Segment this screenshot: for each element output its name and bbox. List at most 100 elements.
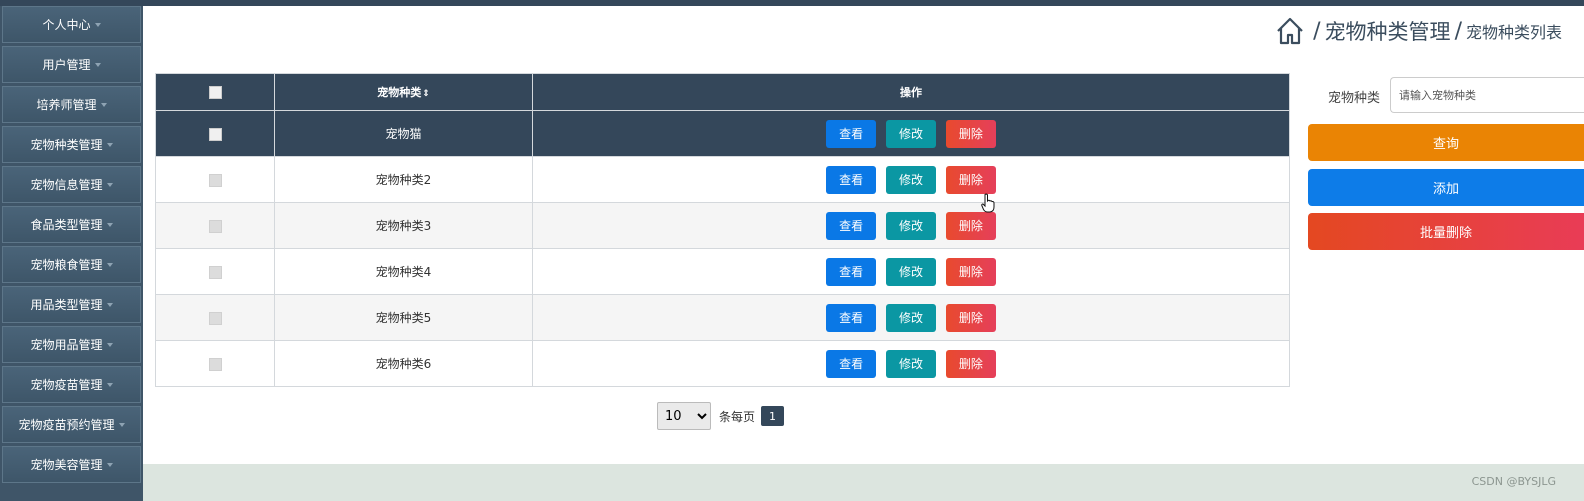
pet-type-name: 宠物种类3 (274, 202, 533, 249)
add-button[interactable]: 添加 (1308, 169, 1584, 206)
sidebar-item-personal-center[interactable]: 个人中心 (2, 6, 141, 43)
edit-button[interactable]: 修改 (886, 165, 936, 194)
delete-button[interactable]: 删除 (945, 349, 996, 378)
edit-button[interactable]: 修改 (886, 349, 936, 378)
delete-button[interactable]: 删除 (945, 119, 996, 148)
sidebar-item-label: 食品类型管理 (30, 218, 103, 232)
sidebar-item-pet-supplies[interactable]: 宠物用品管理 (2, 326, 141, 363)
breadcrumb-level-2: 宠物种类列表 (1465, 23, 1562, 42)
sidebar-item-label: 宠物用品管理 (30, 338, 103, 352)
view-button[interactable]: 查看 (826, 211, 877, 240)
breadcrumb-separator: / (1454, 18, 1462, 44)
caret-down-icon (118, 422, 125, 427)
delete-button[interactable]: 删除 (945, 303, 996, 332)
sidebar-item-supply-types[interactable]: 用品类型管理 (2, 286, 141, 323)
caret-down-icon (94, 22, 101, 27)
breadcrumb-separator: / (1313, 18, 1321, 44)
edit-button[interactable]: 修改 (886, 257, 936, 286)
sidebar-item-label: 用户管理 (42, 58, 91, 72)
edit-button[interactable]: 修改 (886, 119, 936, 148)
table-header-row: 宠物种类⇕ 操作 (155, 73, 1290, 111)
view-button[interactable]: 查看 (826, 165, 877, 194)
pet-type-name: 宠物种类2 (274, 156, 533, 203)
caret-down-icon (106, 382, 113, 387)
sidebar-item-label: 用品类型管理 (30, 298, 103, 312)
sidebar-item-label: 宠物粮食管理 (30, 258, 103, 272)
view-button[interactable]: 查看 (826, 349, 877, 378)
footer (143, 464, 1584, 501)
caret-down-icon (106, 142, 113, 147)
sidebar-item-users[interactable]: 用户管理 (2, 46, 141, 83)
breadcrumb-level-1[interactable]: 宠物种类管理 (1325, 16, 1451, 46)
caret-down-icon (106, 342, 113, 347)
delete-button[interactable]: 删除 (945, 257, 996, 286)
column-header-pet-type[interactable]: 宠物种类⇕ (274, 73, 533, 111)
caret-down-icon (106, 302, 113, 307)
home-icon[interactable] (1275, 16, 1305, 46)
per-page-label: 条每页 (719, 409, 756, 424)
batch-delete-button[interactable]: 批量删除 (1308, 213, 1584, 250)
sidebar-item-label: 宠物信息管理 (30, 178, 103, 192)
page-size-select[interactable]: 10 (657, 402, 711, 430)
sort-icon[interactable]: ⇕ (422, 89, 430, 99)
edit-button[interactable]: 修改 (886, 211, 936, 240)
select-all-checkbox[interactable] (208, 85, 222, 99)
hand-cursor-icon (981, 193, 995, 213)
row-checkbox[interactable] (208, 173, 222, 187)
view-button[interactable]: 查看 (826, 257, 877, 286)
column-header-actions: 操作 (532, 73, 1290, 111)
pet-type-table: 宠物种类⇕ 操作 宠物猫 查看 修改 删除 宠物种类2 查看 修改 删除 宠物种… (155, 73, 1290, 387)
watermark: CSDN @BYSJLG (1471, 475, 1556, 488)
table-row: 宠物猫 查看 修改 删除 (155, 110, 1290, 157)
page-number-button[interactable]: 1 (761, 406, 785, 426)
sidebar-item-grooming[interactable]: 宠物美容管理 (2, 446, 141, 483)
sidebar-item-label: 个人中心 (42, 18, 91, 32)
caret-down-icon (106, 262, 113, 267)
view-button[interactable]: 查看 (826, 119, 877, 148)
row-checkbox[interactable] (208, 219, 222, 233)
edit-button[interactable]: 修改 (886, 303, 936, 332)
pagination: 10 条每页 1 (657, 402, 785, 430)
sidebar-item-label: 宠物疫苗预约管理 (18, 418, 115, 432)
sidebar-item-label: 宠物美容管理 (30, 458, 103, 472)
sidebar-item-pet-types[interactable]: 宠物种类管理 (2, 126, 141, 163)
sidebar-item-vaccine-appointments[interactable]: 宠物疫苗预约管理 (2, 406, 141, 443)
pet-type-name: 宠物种类4 (274, 248, 533, 295)
row-checkbox[interactable] (208, 311, 222, 325)
search-label: 宠物种类 (1328, 91, 1381, 106)
table-row: 宠物种类6 查看 修改 删除 (155, 340, 1290, 387)
pet-type-name: 宠物种类6 (274, 340, 533, 387)
caret-down-icon (94, 62, 101, 67)
sidebar-item-trainers[interactable]: 培养师管理 (2, 86, 141, 123)
sidebar-item-food-types[interactable]: 食品类型管理 (2, 206, 141, 243)
row-checkbox[interactable] (208, 265, 222, 279)
delete-button[interactable]: 删除 (945, 211, 996, 240)
column-label: 宠物种类 (377, 86, 422, 99)
sidebar-item-vaccines[interactable]: 宠物疫苗管理 (2, 366, 141, 403)
top-bar (0, 0, 1584, 6)
pet-type-name: 宠物种类5 (274, 294, 533, 341)
sidebar-item-pet-food[interactable]: 宠物粮食管理 (2, 246, 141, 283)
sidebar-item-label: 宠物种类管理 (30, 138, 103, 152)
caret-down-icon (106, 222, 113, 227)
table-row: 宠物种类5 查看 修改 删除 (155, 294, 1290, 341)
caret-down-icon (106, 182, 113, 187)
row-checkbox[interactable] (208, 357, 222, 371)
sidebar-item-label: 宠物疫苗管理 (30, 378, 103, 392)
breadcrumb: / 宠物种类管理 / 宠物种类列表 (1275, 16, 1562, 46)
sidebar: 个人中心 用户管理 培养师管理 宠物种类管理 宠物信息管理 食品类型管理 宠物粮… (0, 6, 143, 501)
table-row: 宠物种类4 查看 修改 删除 (155, 248, 1290, 295)
search-input[interactable] (1390, 77, 1584, 113)
pet-type-name: 宠物猫 (274, 110, 533, 157)
sidebar-item-label: 培养师管理 (36, 98, 97, 112)
view-button[interactable]: 查看 (826, 303, 877, 332)
table-row: 宠物种类3 查看 修改 删除 (155, 202, 1290, 249)
select-all-cell (155, 73, 275, 111)
caret-down-icon (106, 462, 113, 467)
table-row: 宠物种类2 查看 修改 删除 (155, 156, 1290, 203)
caret-down-icon (100, 102, 107, 107)
query-button[interactable]: 查询 (1308, 124, 1584, 161)
row-checkbox[interactable] (208, 127, 222, 141)
sidebar-item-pet-info[interactable]: 宠物信息管理 (2, 166, 141, 203)
delete-button[interactable]: 删除 (945, 165, 996, 194)
